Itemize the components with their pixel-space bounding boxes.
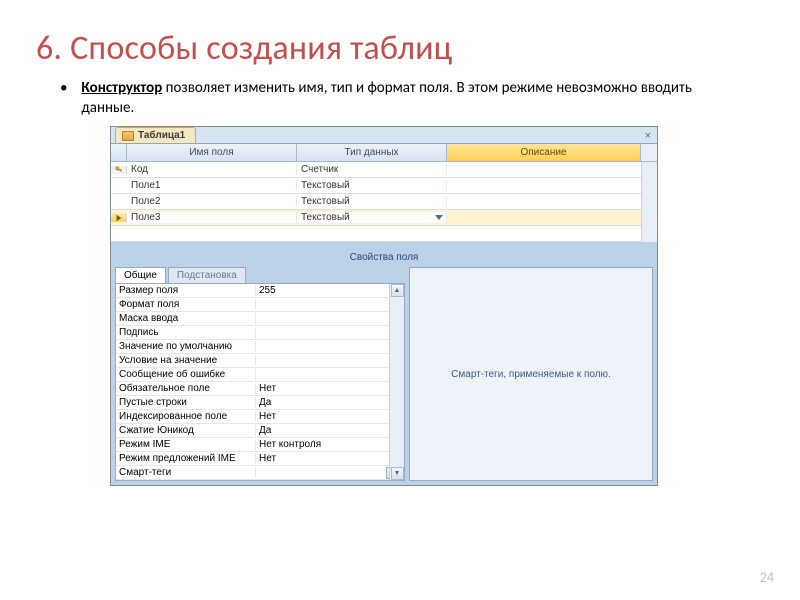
row-selector[interactable] <box>111 214 127 222</box>
property-value[interactable]: Нет <box>256 453 404 464</box>
table-row[interactable]: Код Счетчик <box>111 162 641 178</box>
field-properties-label: Свойства поля <box>111 250 657 267</box>
cell-field-name[interactable]: Поле1 <box>127 180 297 191</box>
property-name: Пустые строки <box>116 397 256 408</box>
col-field-name[interactable]: Имя поля <box>127 144 297 161</box>
property-value[interactable]: ... <box>256 467 404 479</box>
tab-label: Таблица1 <box>138 130 185 141</box>
field-grid: Имя поля Тип данных Описание Код Счетчик… <box>111 144 657 242</box>
property-row[interactable]: Режим IMEНет контроля <box>116 438 404 452</box>
property-name: Индексированное поле <box>116 411 256 422</box>
property-name: Условие на значение <box>116 355 256 366</box>
property-name: Формат поля <box>116 299 256 310</box>
col-description[interactable]: Описание <box>447 144 641 161</box>
properties-left-panel: Общие Подстановка Размер поля255Формат п… <box>115 267 405 481</box>
cell-field-name[interactable]: Код <box>127 164 297 175</box>
table-row[interactable]: Поле2 Текстовый <box>111 194 641 210</box>
properties-tabs: Общие Подстановка <box>115 267 405 283</box>
property-row[interactable]: Пустые строкиДа <box>116 396 404 410</box>
row-selector[interactable] <box>111 166 127 174</box>
cell-data-type[interactable]: Текстовый <box>297 196 447 207</box>
property-name: Режим IME <box>116 439 256 450</box>
property-value[interactable]: Нет <box>256 383 404 394</box>
property-name: Размер поля <box>116 285 256 296</box>
property-name: Обязательное поле <box>116 383 256 394</box>
property-row[interactable]: Сообщение об ошибке <box>116 368 404 382</box>
scroll-down-icon[interactable]: ▼ <box>391 467 404 480</box>
slide-title: 6. Способы создания таблиц <box>0 0 800 79</box>
properties-table: Размер поля255Формат поля Маска ввода Подп… <box>115 283 405 481</box>
access-designer-window: Таблица1 × Имя поля Тип данных Описание … <box>110 126 658 486</box>
scroll-up-icon[interactable]: ▲ <box>391 284 404 297</box>
property-row[interactable]: Формат поля <box>116 298 404 312</box>
table-icon <box>122 131 134 141</box>
grid-rows: Код Счетчик Поле1 Текстовый Поле2 Тексто… <box>111 162 641 242</box>
table-row[interactable]: Поле3 Текстовый <box>111 210 641 226</box>
cell-field-name[interactable]: Поле3 <box>127 212 297 223</box>
key-icon <box>115 166 123 174</box>
tab-lookup[interactable]: Подстановка <box>168 267 246 283</box>
property-row[interactable]: Подпись <box>116 326 404 340</box>
scrollbar-spacer <box>641 144 657 161</box>
property-row[interactable]: Значение по умолчанию <box>116 340 404 354</box>
document-tab-bar: Таблица1 × <box>111 127 657 144</box>
property-value[interactable]: Нет контроля <box>256 439 404 450</box>
current-row-icon <box>115 214 123 222</box>
property-name: Сообщение об ошибке <box>116 369 256 380</box>
property-row[interactable]: Индексированное полеНет <box>116 410 404 424</box>
cell-data-type[interactable]: Счетчик <box>297 164 447 175</box>
tab-table1[interactable]: Таблица1 <box>115 127 196 143</box>
property-name: Сжатие Юникод <box>116 425 256 436</box>
table-row[interactable] <box>111 226 641 242</box>
col-data-type[interactable]: Тип данных <box>297 144 447 161</box>
help-text: Смарт-теги, применяемые к полю. <box>451 369 611 380</box>
vertical-scrollbar[interactable] <box>641 162 657 242</box>
vertical-scrollbar[interactable]: ▲ ▼ <box>389 284 404 480</box>
bullet-marker: • <box>60 79 78 99</box>
table-row[interactable]: Поле1 Текстовый <box>111 178 641 194</box>
chevron-down-icon[interactable] <box>435 215 443 220</box>
property-row[interactable]: Смарт-теги... <box>116 466 404 480</box>
property-name: Значение по умолчанию <box>116 341 256 352</box>
bullet-rest: позволяет изменить имя, тип и формат пол… <box>81 79 691 117</box>
slide-number: 24 <box>760 569 774 586</box>
property-value[interactable]: Да <box>256 425 404 436</box>
property-row[interactable]: Обязательное полеНет <box>116 382 404 396</box>
property-name: Смарт-теги <box>116 467 256 478</box>
property-value[interactable]: Нет <box>256 411 404 422</box>
field-properties-pane: Общие Подстановка Размер поля255Формат п… <box>111 267 657 485</box>
close-icon[interactable]: × <box>645 130 651 142</box>
bullet-text: Конструктор позволяет изменить имя, тип … <box>81 79 721 118</box>
property-name: Маска ввода <box>116 313 256 324</box>
property-name: Режим предложений IME <box>116 453 256 464</box>
property-row[interactable]: Сжатие ЮникодДа <box>116 424 404 438</box>
property-row[interactable]: Маска ввода <box>116 312 404 326</box>
bullet-paragraph: • Конструктор позволяет изменить имя, ти… <box>0 79 800 124</box>
cell-data-type[interactable]: Текстовый <box>297 180 447 191</box>
tab-general[interactable]: Общие <box>115 267 166 283</box>
spacer <box>111 242 657 250</box>
property-row[interactable]: Размер поля255 <box>116 284 404 298</box>
cell-field-name[interactable]: Поле2 <box>127 196 297 207</box>
property-row[interactable]: Режим предложений IMEНет <box>116 452 404 466</box>
grid-header: Имя поля Тип данных Описание <box>111 144 657 162</box>
cell-data-type[interactable]: Текстовый <box>297 212 447 223</box>
property-name: Подпись <box>116 327 256 338</box>
bullet-lead: Конструктор <box>81 79 162 97</box>
property-row[interactable]: Условие на значение <box>116 354 404 368</box>
property-value[interactable]: Да <box>256 397 404 408</box>
row-selector-header <box>111 144 127 161</box>
property-value[interactable]: 255 <box>256 285 404 296</box>
help-panel: Смарт-теги, применяемые к полю. <box>409 267 653 481</box>
